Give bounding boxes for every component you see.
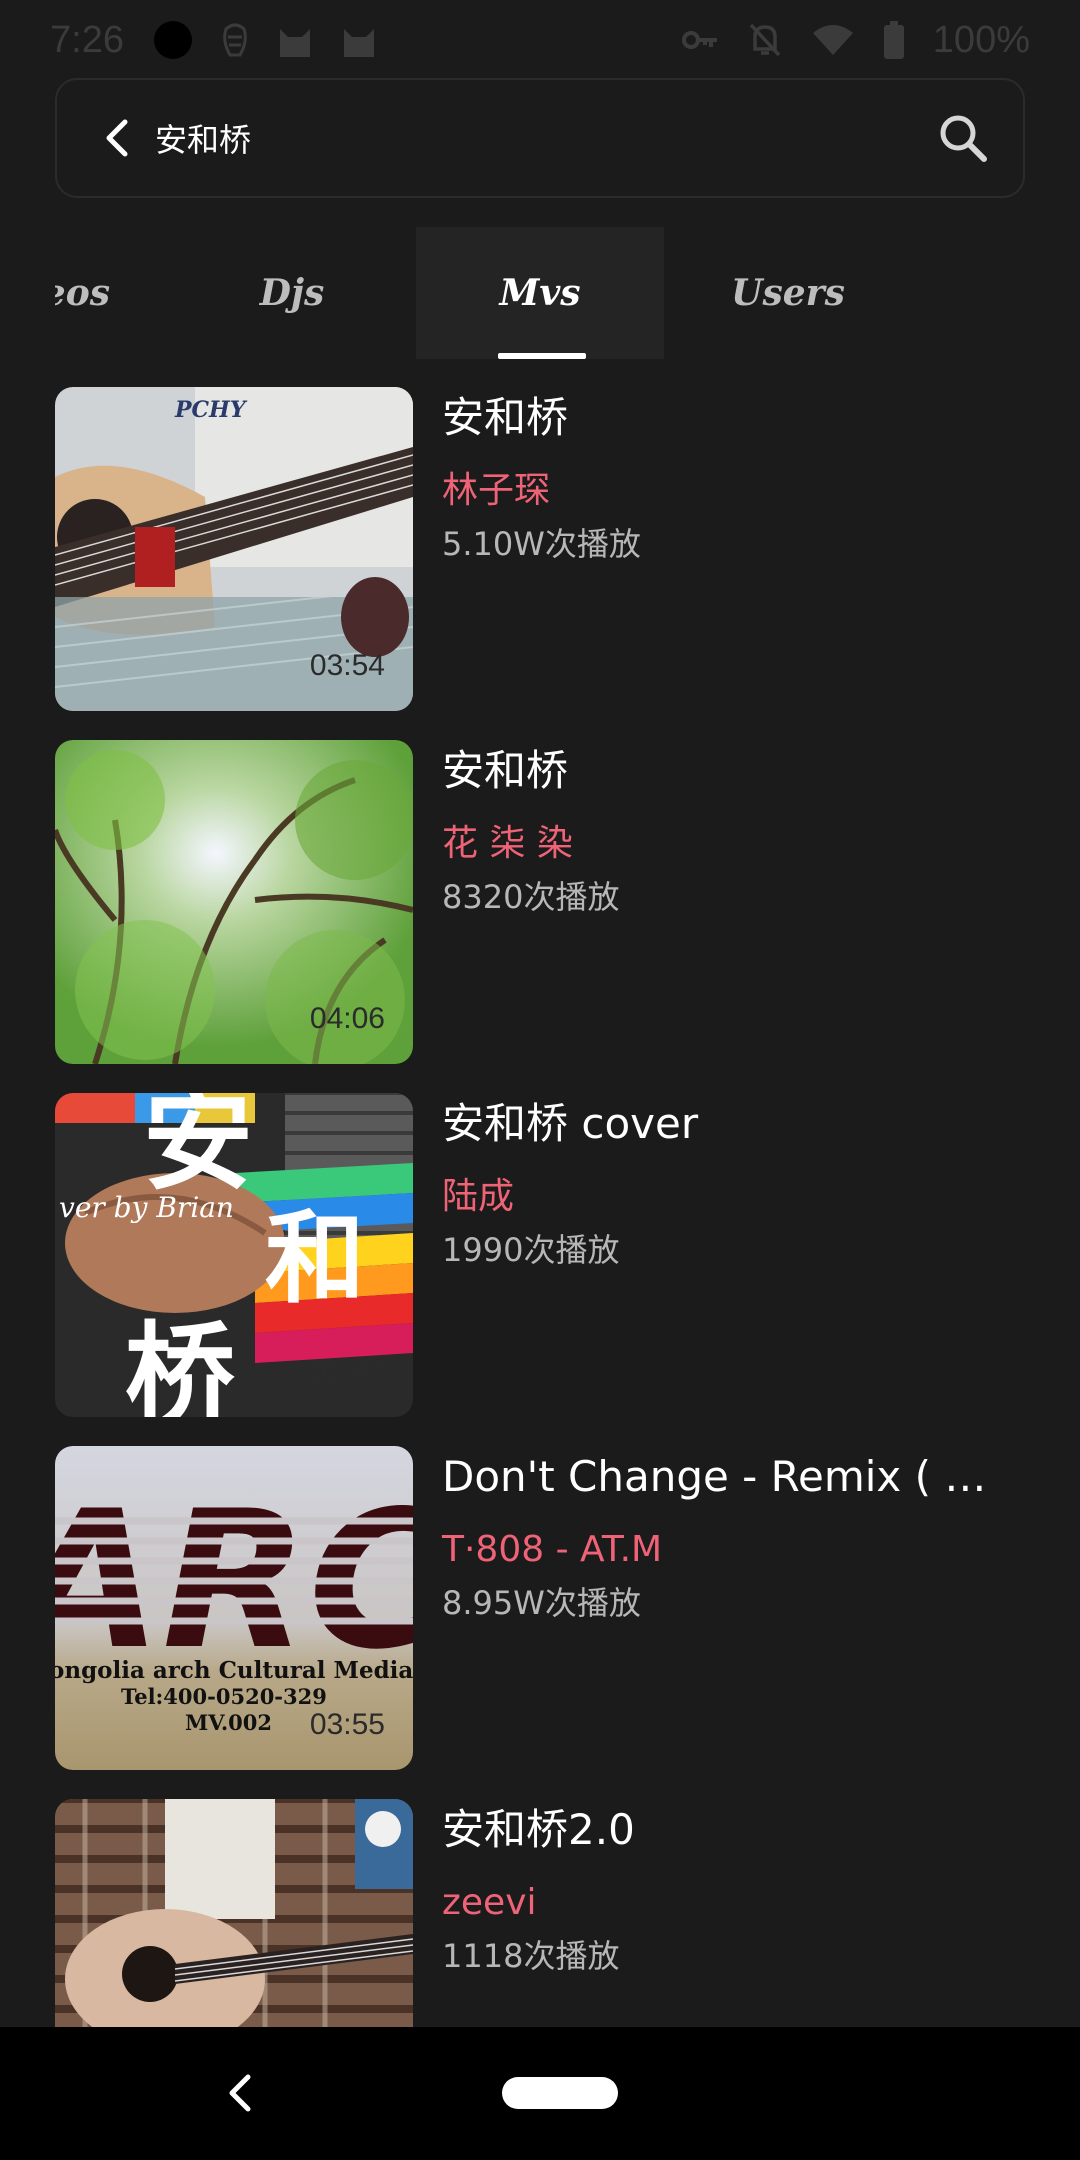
item-title: Don't Change - Remix ( 致敬... <box>442 1452 1022 1501</box>
duration-label: 01:47 <box>309 1355 385 1388</box>
duration-label: 03:54 <box>309 649 385 682</box>
item-info[interactable]: 安和桥 林子琛 5.10W次播放 <box>442 387 1022 566</box>
key-icon <box>681 31 717 49</box>
wifi-icon <box>812 25 853 55</box>
tab-djs[interactable]: Djs <box>168 227 416 359</box>
list-item[interactable]: PCHY 03:54 安和桥 林子琛 5.10W次播放 <box>55 387 1025 711</box>
thumb-caption: ongolia arch Cultural Media <box>55 1657 413 1684</box>
item-play-count: 1990次播放 <box>442 1231 620 1270</box>
item-play-count: 8.95W次播放 <box>442 1584 641 1623</box>
tab-label: Users <box>731 272 845 314</box>
item-play-count: 8320次播放 <box>442 878 620 917</box>
battery-icon <box>883 21 904 59</box>
thumb-caption: Tel:400-0520-329 <box>121 1684 327 1709</box>
thumbnail-xylophone[interactable]: ver by Brian 安 和 桥 01:47 <box>55 1093 413 1417</box>
tab-bar-left-fade <box>0 227 55 359</box>
search-query[interactable]: 安和桥 <box>155 115 251 161</box>
item-artist[interactable]: 花 柒 染 <box>442 821 1022 868</box>
tab-label: Mvs <box>499 272 581 314</box>
search-bar[interactable]: 安和桥 <box>55 78 1025 198</box>
thumb-char: 安 <box>143 1093 253 1205</box>
duration-label: 04:06 <box>309 1002 385 1035</box>
cat-icon <box>279 29 310 57</box>
home-pill-icon[interactable] <box>502 2077 618 2109</box>
status-time: 7:26 <box>50 18 124 61</box>
tab-mvs[interactable]: Mvs <box>416 227 664 359</box>
item-play-count: 5.10W次播放 <box>442 525 641 564</box>
item-artist[interactable]: T·808 - AT.M <box>442 1527 1022 1574</box>
thumbnail-trees[interactable]: 04:06 <box>55 740 413 1064</box>
grub-icon <box>223 23 247 57</box>
item-artist[interactable]: zeevi <box>442 1880 1022 1927</box>
back-chevron-icon[interactable] <box>103 118 131 158</box>
thumb-char: 桥 <box>125 1311 235 1417</box>
back-icon[interactable] <box>220 2069 260 2117</box>
thumb-char: 和 <box>265 1200 365 1317</box>
cat-icon <box>343 29 374 57</box>
item-play-count: 1118次播放 <box>442 1937 620 1976</box>
item-artist[interactable]: 陆成 <box>442 1174 1022 1221</box>
tab-label: Djs <box>259 272 325 314</box>
item-info[interactable]: Don't Change - Remix ( 致敬... T·808 - AT.… <box>442 1446 1022 1625</box>
mv-results-list[interactable]: PCHY 03:54 安和桥 林子琛 5.10W次播放 04:06 安和桥 花 … <box>0 387 1080 2027</box>
status-bar: 7:26 100% <box>0 0 1080 80</box>
thumb-caption: MV.002 <box>185 1710 272 1735</box>
list-item[interactable]: ver by Brian 安 和 桥 01:47 安和桥 cover 陆成 19… <box>55 1093 1025 1417</box>
duration-label: 03:55 <box>309 1708 385 1741</box>
item-info[interactable]: 安和桥 cover 陆成 1990次播放 <box>442 1093 1022 1272</box>
tab-bar: Videos Djs Mvs Users <box>0 227 1080 359</box>
tab-users[interactable]: Users <box>664 227 912 359</box>
navigation-bar <box>0 2027 1080 2160</box>
item-title: 安和桥 <box>442 393 569 442</box>
tab-active-indicator <box>498 353 586 359</box>
item-title: 安和桥 cover <box>442 1099 699 1148</box>
item-title: 安和桥2.0 <box>442 1805 635 1854</box>
search-button[interactable] <box>937 112 989 164</box>
status-notification-icons <box>152 19 378 61</box>
thumbnail-guitar[interactable]: PCHY 03:54 <box>55 387 413 711</box>
list-item[interactable]: 安和桥2.0 zeevi 1118次播放 <box>55 1799 1025 2027</box>
thumbnail-guitarist[interactable] <box>55 1799 413 2027</box>
list-item[interactable]: 04:06 安和桥 花 柒 染 8320次播放 <box>55 740 1025 1064</box>
circle-icon <box>153 21 192 59</box>
item-artist[interactable]: 林子琛 <box>442 468 1022 515</box>
svg-text:PCHY: PCHY <box>174 397 248 423</box>
battery-percent: 100% <box>932 18 1030 61</box>
status-system-icons: 100% <box>681 19 1030 62</box>
bell-off-icon <box>749 23 781 57</box>
item-info[interactable]: 安和桥 花 柒 染 8320次播放 <box>442 740 1022 919</box>
item-title: 安和桥 <box>442 746 569 795</box>
item-info[interactable]: 安和桥2.0 zeevi 1118次播放 <box>442 1799 1022 1978</box>
list-item[interactable]: ARC ongolia arch Cultural Media Tel:400-… <box>55 1446 1025 1770</box>
search-icon[interactable] <box>937 112 989 164</box>
thumbnail-arc-logo[interactable]: ARC ongolia arch Cultural Media Tel:400-… <box>55 1446 413 1770</box>
